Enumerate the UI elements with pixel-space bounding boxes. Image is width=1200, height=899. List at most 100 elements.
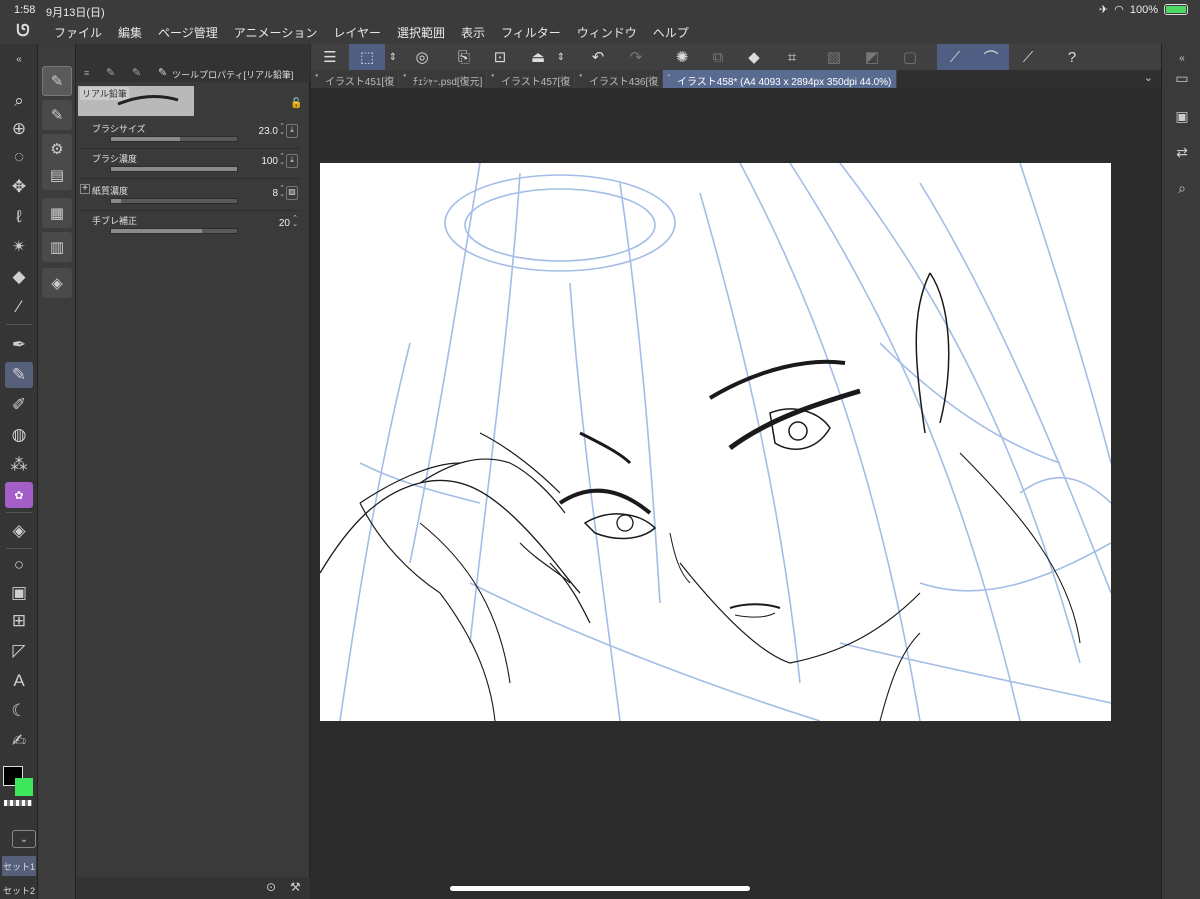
transform-icon[interactable]: ⧉ [703,44,733,70]
zoom-icon[interactable]: ⌕ [5,88,33,114]
brush-icon[interactable]: ✐ [5,392,33,418]
menu-filter[interactable]: フィルター [493,24,569,41]
stabilization-slider[interactable] [110,228,238,234]
app-logo-icon[interactable]: ᘎ [0,23,46,41]
hamburger-icon[interactable]: ☰ [315,44,345,70]
sub-view-icon[interactable]: ▣ [1170,104,1194,128]
flip-icon[interactable]: ◩ [857,44,887,70]
panel-toggle-icon[interactable]: ▤ [42,160,72,190]
eyedropper-icon[interactable]: ⁄ [5,294,33,320]
menu-edit[interactable]: 編集 [110,24,150,41]
transparent-color-icon[interactable] [4,800,32,806]
chevron-down-icon[interactable]: ⌄ [1144,71,1153,84]
tab-cheshire[interactable]: ﾁｪｼｬｰ.psd[復元] [399,70,487,88]
blend-icon[interactable]: ◍ [5,422,33,448]
brush-size-row[interactable]: ブラシサイズ 23.0 ⌃ ⌄ ⤓ [80,122,300,150]
brush-size-slider[interactable] [110,136,238,142]
set-1-button[interactable]: セット1 [2,856,36,876]
brush-density-slider[interactable] [110,166,238,172]
brush-density-row[interactable]: ブラシ濃度 100 ⌃ ⌄ ⤓ [80,152,300,180]
shape-icon[interactable]: ○ [5,552,33,578]
layers-icon[interactable]: ◈ [42,268,72,298]
pencil-icon[interactable]: ✎ [5,362,33,388]
layer-property-icon[interactable]: ▥ [42,232,72,262]
new-file-icon[interactable]: ⎘ [449,44,479,70]
ruler-icon[interactable]: ◸ [5,638,33,664]
sub-tool-real-pencil-icon[interactable]: ✎ [42,66,72,96]
menu-page[interactable]: ページ管理 [150,24,226,41]
frame-icon[interactable]: ⊞ [5,608,33,634]
open-folder-icon[interactable]: ⊡ [485,44,515,70]
pen-icon[interactable]: ✒ [5,332,33,358]
history-icon[interactable]: ⇄ [1170,140,1194,164]
tab-illust-436[interactable]: イラスト436[復 [575,70,663,88]
menu-help[interactable]: ヘルプ [645,24,697,41]
color-set-icon[interactable]: ▦ [42,198,72,228]
wrench-icon[interactable]: ⚒ [290,880,301,894]
fill-selection-icon[interactable]: ◆ [739,44,769,70]
spinner-icon[interactable]: ⌃ ⌄ [279,123,285,136]
spinner-icon[interactable]: ⇕ [385,44,401,70]
clear-icon[interactable]: ▧ [819,44,849,70]
magic-wand-icon[interactable]: ✴ [5,234,33,260]
fill-icon[interactable]: ◆ [5,264,33,290]
deselect-icon[interactable]: ▢ [895,44,925,70]
eraser-icon[interactable]: ◈ [5,518,33,544]
menu-window[interactable]: ウィンドウ [569,24,645,41]
redo-icon[interactable]: ↷ [621,44,651,70]
text-icon[interactable]: A [5,668,33,694]
spinner-icon[interactable]: ⌃ ⌄ [292,215,298,228]
spinner-icon[interactable]: ⌃ ⌄ [279,185,285,198]
correct-line-icon[interactable]: ✍ [5,728,33,754]
sub-color-swatch[interactable] [15,778,33,796]
companion-icon[interactable]: ◎ [407,44,437,70]
paper-density-row[interactable]: + 紙質濃度 8 ⌃ ⌄ ▨ [80,184,300,212]
snap-ruler-icon[interactable]: ⟋ [937,44,973,70]
move-icon[interactable]: ✥ [5,174,33,200]
airbrush-icon[interactable]: ⁂ [5,452,33,478]
set-2-button[interactable]: セット2 [2,880,36,899]
spinner-icon[interactable]: ⌃ ⌄ [279,153,285,166]
menu-file[interactable]: ファイル [46,24,110,41]
selection-mode-icon[interactable]: ⬚ [349,44,385,70]
tab-illust-451[interactable]: イラスト451[復 [311,70,399,88]
tab-illust-458[interactable]: イラスト458* (A4 4093 x 2894px 350dpi 44.0%) [663,70,897,88]
balloon-icon[interactable]: ☾ [5,698,33,724]
select-icon[interactable]: ◌ [5,144,33,170]
move-layer-icon[interactable]: ⊕ [5,116,33,142]
pencil-tab-icon[interactable]: ✎ [106,66,115,79]
chevron-down-icon[interactable]: ⌄ [12,830,36,848]
undo-icon[interactable]: ↶ [583,44,613,70]
stabilization-row[interactable]: 手ブレ補正 20 ⌃ ⌄ [90,214,300,242]
reset-icon[interactable]: ⊙ [266,880,276,894]
texture-icon[interactable]: ▨ [286,186,298,200]
download-icon[interactable]: ⤓ [286,124,298,138]
expand-icon[interactable]: + [80,184,90,194]
lock-icon[interactable]: 🔓 [290,98,302,109]
navigator-icon[interactable]: ▭ [1170,66,1194,90]
pencil-tab-icon[interactable]: ✎ [132,66,141,79]
save-icon[interactable]: ⏏ [523,44,553,70]
menu-view[interactable]: 表示 [453,24,493,41]
download-icon[interactable]: ⤓ [286,154,298,168]
menu-animation[interactable]: アニメーション [226,24,326,41]
collapse-icon[interactable]: « [5,46,33,72]
menu-selection[interactable]: 選択範囲 [389,24,453,41]
snap-special-icon[interactable]: ⟋ [1013,44,1043,70]
search-icon[interactable]: ⌕ [1170,176,1194,200]
menu-layer[interactable]: レイヤー [325,24,389,41]
gradient-icon[interactable]: ▣ [5,580,33,606]
spinner-icon[interactable]: ⇕ [553,44,569,70]
drawing-canvas[interactable] [320,163,1111,721]
crop-icon[interactable]: ⌗ [777,44,807,70]
loading-icon[interactable]: ✺ [667,44,697,70]
decoration-icon[interactable]: ✿ [5,482,33,508]
canvas-workspace[interactable] [311,88,1161,899]
tab-illust-457[interactable]: イラスト457[復 [487,70,575,88]
help-icon[interactable]: ? [1057,44,1087,70]
paper-density-slider[interactable] [110,198,238,204]
menu-icon[interactable]: ≡ [84,68,89,78]
sub-tool-pencil-icon[interactable]: ✎ [42,100,72,130]
lasso-icon[interactable]: ℓ [5,204,33,230]
snap-brush-icon[interactable]: ⌒ [973,44,1009,70]
